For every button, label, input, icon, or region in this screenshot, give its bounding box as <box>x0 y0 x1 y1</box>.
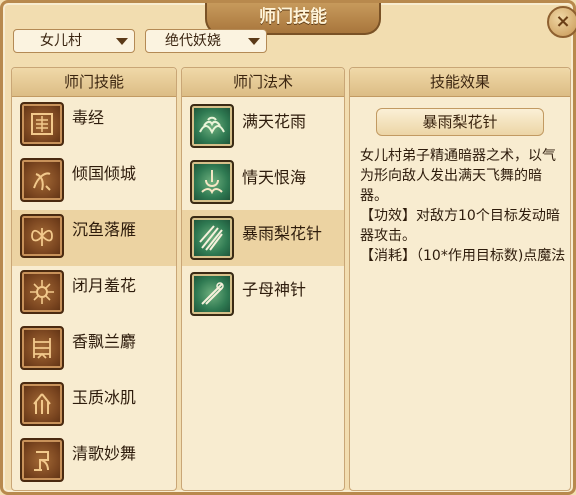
orchid-icon <box>20 326 64 370</box>
sea-icon <box>190 160 234 204</box>
effect-desc-line: 【功效】对敌方10个目标发动暗器攻击。 <box>360 208 560 244</box>
skill-label: 香飘兰麝 <box>72 332 137 351</box>
skills-header: 师门技能 <box>12 68 176 97</box>
talent-dropdown-value: 绝代妖娆 <box>165 33 221 49</box>
skill-label: 玉质冰肌 <box>72 388 137 407</box>
spell-item-mantian[interactable]: 满天花雨 <box>182 98 344 154</box>
spells-header: 师门法术 <box>182 68 344 97</box>
skill-label: 沉鱼落雁 <box>72 220 137 239</box>
spell-label: 情天恨海 <box>242 168 307 187</box>
chevron-down-icon <box>116 38 128 45</box>
effect-desc-line: 女儿村弟子精通暗器之术，以气为形向敌人发出满天飞舞的暗器。 <box>360 148 556 204</box>
skills-panel: 师门技能 毒经 倾国倾城 沉鱼落雁 闭月羞花 香飘兰麝 玉质冰肌 清歌妙舞 <box>11 67 177 491</box>
skill-item-biyue[interactable]: 闭月羞花 <box>12 266 176 322</box>
spell-label: 暴雨梨花针 <box>242 224 323 243</box>
skill-label: 闭月羞花 <box>72 276 137 295</box>
twin-needle-icon <box>190 272 234 316</box>
skill-item-chenyu[interactable]: 沉鱼落雁 <box>12 210 176 266</box>
effect-desc-line: 【消耗】（10*作用目标数)点魔法 <box>360 248 566 264</box>
skill-label: 毒经 <box>72 108 105 127</box>
skill-item-dujing[interactable]: 毒经 <box>12 98 176 154</box>
talent-dropdown[interactable]: 绝代妖娆 <box>145 29 267 53</box>
needles-icon <box>190 216 234 260</box>
butterfly-icon <box>20 214 64 258</box>
skill-item-yuzhi[interactable]: 玉质冰肌 <box>12 378 176 434</box>
beauty-icon <box>20 158 64 202</box>
effect-panel: 技能效果 暴雨梨花针 女儿村弟子精通暗器之术，以气为形向敌人发出满天飞舞的暗器。… <box>349 67 571 491</box>
spell-item-qingtian[interactable]: 情天恨海 <box>182 154 344 210</box>
sect-dropdown-value: 女儿村 <box>40 33 82 49</box>
chevron-down-icon <box>248 38 260 45</box>
skill-label: 清歌妙舞 <box>72 444 137 463</box>
spells-panel: 师门法术 满天花雨 情天恨海 暴雨梨花针 子母神针 <box>181 67 345 491</box>
skills-window: 师门技能 × 女儿村 绝代妖娆 师门技能 毒经 倾国倾城 沉鱼落雁 闭月羞花 香… <box>0 0 576 495</box>
flower-rain-icon <box>190 104 234 148</box>
spell-label: 子母神针 <box>242 280 307 299</box>
skill-item-xiangpiao[interactable]: 香飘兰麝 <box>12 322 176 378</box>
effect-header: 技能效果 <box>350 68 570 97</box>
spell-label: 满天花雨 <box>242 112 307 131</box>
dance-icon <box>20 438 64 482</box>
flower-icon <box>20 270 64 314</box>
skill-item-qingguo[interactable]: 倾国倾城 <box>12 154 176 210</box>
sect-dropdown[interactable]: 女儿村 <box>13 29 135 53</box>
close-icon: × <box>555 11 571 32</box>
effect-title: 暴雨梨花针 <box>376 108 544 136</box>
skill-label: 倾国倾城 <box>72 164 137 183</box>
scroll-icon <box>20 102 64 146</box>
spell-item-baoyu[interactable]: 暴雨梨花针 <box>182 210 344 266</box>
skill-item-qingge[interactable]: 清歌妙舞 <box>12 434 176 490</box>
spell-item-zimu[interactable]: 子母神针 <box>182 266 344 322</box>
jade-icon <box>20 382 64 426</box>
close-button[interactable]: × <box>547 6 576 38</box>
effect-description: 女儿村弟子精通暗器之术，以气为形向敌人发出满天飞舞的暗器。 【功效】对敌方10个… <box>360 146 568 266</box>
